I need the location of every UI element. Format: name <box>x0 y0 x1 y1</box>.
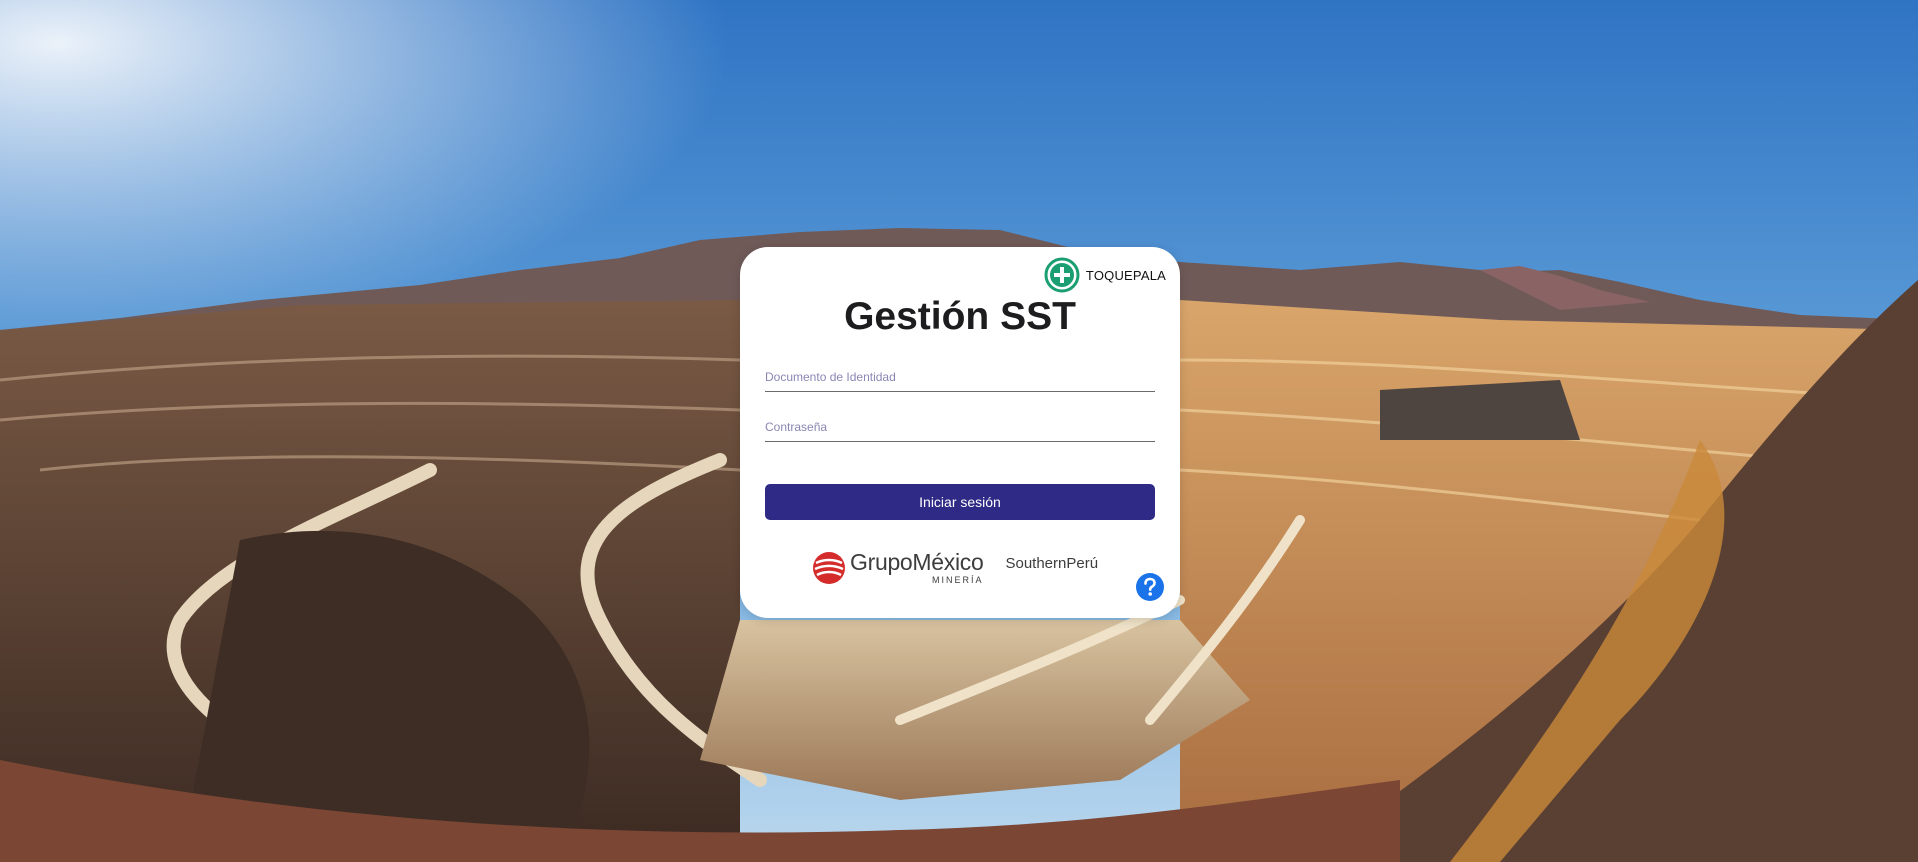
green-cross-icon <box>1044 257 1080 293</box>
grupo-mexico-subtitle: MINERÍA <box>931 575 984 585</box>
grupo-mexico-name: GrupoMéxico <box>850 549 984 575</box>
document-id-input[interactable] <box>765 365 1155 389</box>
grupo-mexico-emblem-icon <box>813 552 845 584</box>
document-field-container <box>765 365 1155 392</box>
password-input[interactable] <box>765 415 1155 439</box>
partner-logos: GrupoMéxico MINERÍA SouthernPerú <box>812 547 1098 589</box>
grupo-mexico-logo: GrupoMéxico MINERÍA <box>812 549 984 585</box>
page-title: Gestión SST <box>844 295 1076 338</box>
password-field-container <box>765 415 1155 442</box>
site-badge: TOQUEPALA <box>1044 257 1166 293</box>
southern-peru-logo: SouthernPerú <box>1005 554 1099 572</box>
login-card: TOQUEPALA Gestión SST Iniciar sesión Gru… <box>740 247 1180 618</box>
site-name-label: TOQUEPALA <box>1085 267 1166 283</box>
login-button[interactable]: Iniciar sesión <box>765 484 1155 520</box>
question-circle-icon[interactable] <box>1135 572 1165 602</box>
